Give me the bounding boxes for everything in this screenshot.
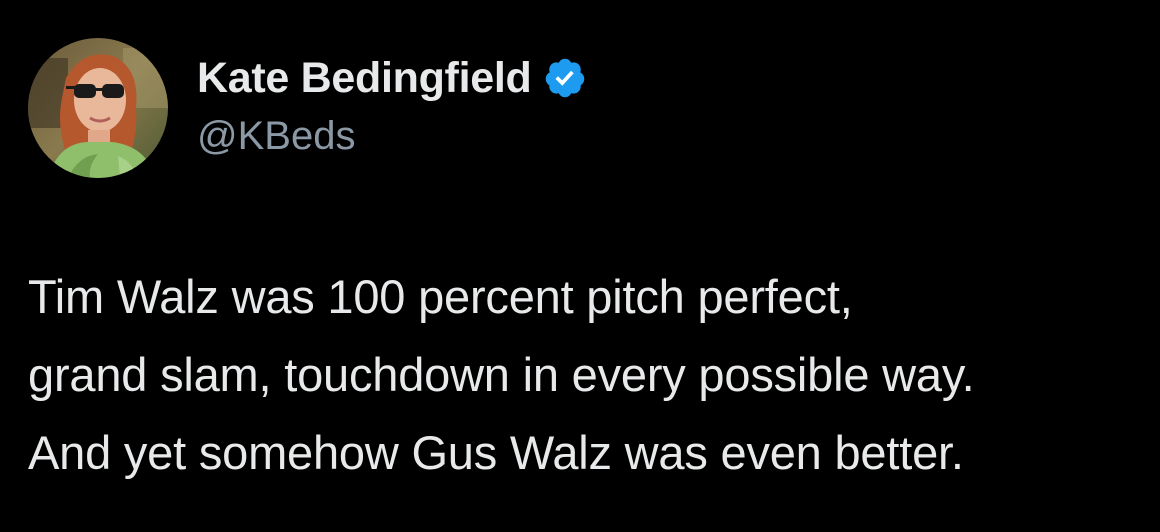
tweet-card: Kate Bedingfield @KBeds Tim Walz was 100… [0, 0, 1160, 532]
avatar[interactable] [28, 38, 168, 178]
tweet-body: Tim Walz was 100 percent pitch perfect, … [28, 258, 1148, 492]
verified-badge-icon [543, 56, 587, 100]
tweet-text-line: And yet somehow Gus Walz was even better… [28, 426, 964, 479]
author-name-row: Kate Bedingfield [197, 52, 587, 104]
author-handle[interactable]: @KBeds [197, 114, 355, 159]
tweet-text-line: Tim Walz was 100 percent pitch perfect, [28, 270, 853, 323]
tweet-text-line: grand slam, touchdown in every possible … [28, 348, 975, 401]
profile-photo-icon [28, 38, 168, 178]
display-name[interactable]: Kate Bedingfield [197, 54, 532, 103]
